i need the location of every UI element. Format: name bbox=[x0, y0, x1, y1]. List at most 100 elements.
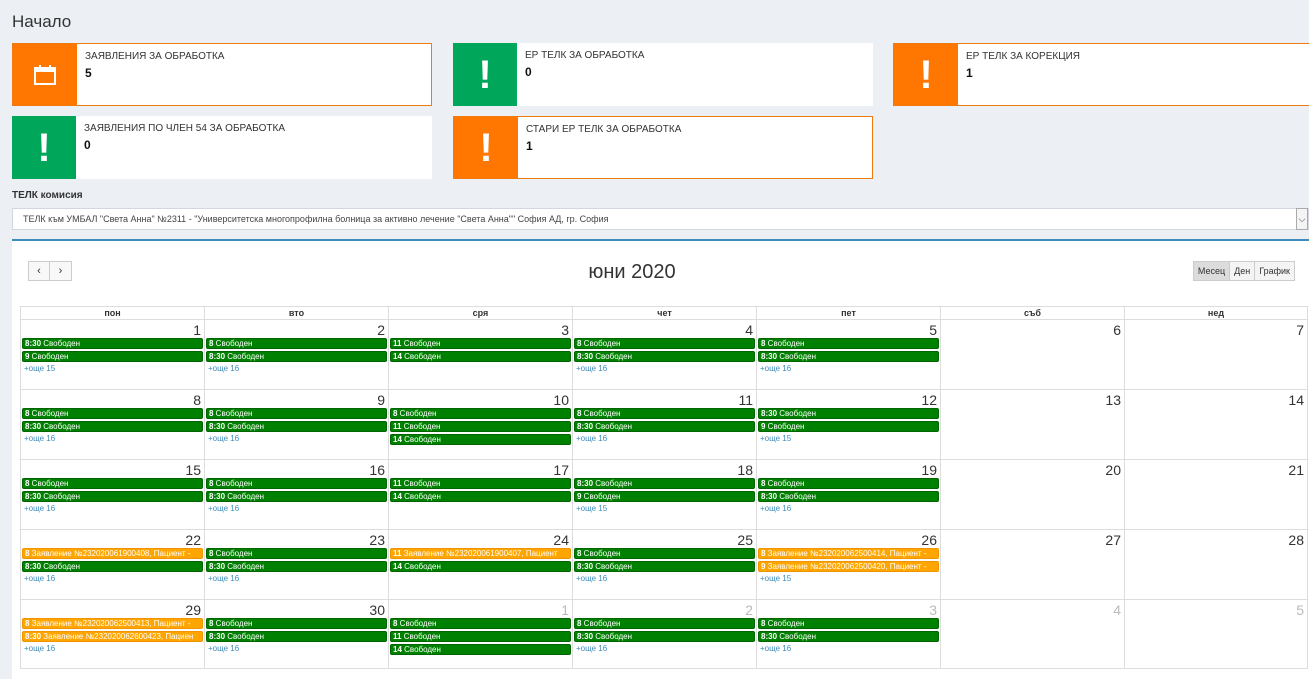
more-events-link[interactable]: +още 15 bbox=[757, 434, 940, 444]
calendar-day[interactable]: 58 Свободен 8:30 Свободен +още 16 bbox=[757, 320, 941, 389]
more-events-link[interactable]: +още 16 bbox=[205, 364, 388, 374]
calendar-day[interactable]: 28 Свободен 8:30 Свободен +още 16 bbox=[205, 320, 389, 389]
day-number[interactable]: 7 bbox=[1296, 322, 1304, 338]
calendar-event[interactable]: 8:30 Свободен bbox=[574, 421, 755, 432]
calendar-event[interactable]: 8 Свободен bbox=[206, 408, 387, 419]
calendar-event[interactable]: 8:30 Свободен bbox=[22, 491, 203, 502]
calendar-event[interactable]: 8:30 Свободен bbox=[574, 561, 755, 572]
calendar-event[interactable]: 8 Свободен bbox=[206, 618, 387, 629]
calendar-day[interactable]: 14 bbox=[1125, 390, 1307, 459]
day-number[interactable]: 23 bbox=[369, 532, 385, 548]
more-events-link[interactable]: +още 16 bbox=[205, 644, 388, 654]
day-number[interactable]: 22 bbox=[185, 532, 201, 548]
tile-article-54[interactable]: ! ЗАЯВЛЕНИЯ ПО ЧЛЕН 54 ЗА ОБРАБОТКА 0 bbox=[12, 116, 432, 179]
more-events-link[interactable]: +още 16 bbox=[21, 574, 204, 584]
calendar-day[interactable]: 18 8:30 Свободен 9 Свободен +още 15 bbox=[573, 460, 757, 529]
calendar-event[interactable]: 8 Свободен bbox=[206, 478, 387, 489]
calendar-event[interactable]: 8 Свободен bbox=[22, 478, 203, 489]
calendar-event[interactable]: 8 Заявление №232020061900408, Пациент - bbox=[22, 548, 203, 559]
view-schedule-button[interactable]: График bbox=[1255, 261, 1295, 281]
calendar-event[interactable]: 14 Свободен bbox=[390, 351, 571, 362]
calendar-event[interactable]: 9 Свободен bbox=[758, 421, 939, 432]
calendar-day[interactable]: 17 11 Свободен 14 Свободен bbox=[389, 460, 573, 529]
day-number[interactable]: 29 bbox=[185, 602, 201, 618]
more-events-link[interactable]: +още 16 bbox=[573, 574, 756, 584]
calendar-event[interactable]: 8 Свободен bbox=[574, 548, 755, 559]
calendar-day[interactable]: 6 bbox=[941, 320, 1125, 389]
calendar-event[interactable]: 8:30 Свободен bbox=[206, 491, 387, 502]
calendar-event[interactable]: 8 Свободен bbox=[206, 338, 387, 349]
calendar-event[interactable]: 14 Свободен bbox=[390, 561, 571, 572]
calendar-day[interactable]: 7 bbox=[1125, 320, 1307, 389]
day-number[interactable]: 30 bbox=[369, 602, 385, 618]
calendar-event[interactable]: 8 Свободен bbox=[758, 478, 939, 489]
calendar-event[interactable]: 8 Свободен bbox=[574, 618, 755, 629]
calendar-event[interactable]: 8 Свободен bbox=[758, 338, 939, 349]
day-number[interactable]: 19 bbox=[921, 462, 937, 478]
calendar-event[interactable]: 14 Свободен bbox=[390, 434, 571, 445]
day-number[interactable]: 6 bbox=[1113, 322, 1121, 338]
calendar-day[interactable]: 3 11 Свободен 14 Свободен bbox=[389, 320, 573, 389]
calendar-event[interactable]: 8:30 Свободен bbox=[206, 631, 387, 642]
calendar-event[interactable]: 8 Свободен bbox=[390, 618, 571, 629]
calendar-day[interactable]: 18 Свободен 11 Свободен 14 Свободен bbox=[389, 600, 573, 668]
calendar-event[interactable]: 8:30 Свободен bbox=[758, 491, 939, 502]
day-number[interactable]: 14 bbox=[1288, 392, 1304, 408]
tile-er-telk-processing[interactable]: ! ЕР ТЕЛК ЗА ОБРАБОТКА 0 bbox=[453, 43, 873, 106]
more-events-link[interactable]: +още 16 bbox=[205, 574, 388, 584]
calendar-event[interactable]: 8:30 Свободен bbox=[574, 351, 755, 362]
calendar-day[interactable]: 15 8 Свободен 8:30 Свободен +още 16 bbox=[21, 460, 205, 529]
day-number[interactable]: 4 bbox=[1113, 602, 1121, 618]
day-number[interactable]: 13 bbox=[1105, 392, 1121, 408]
more-events-link[interactable]: +още 16 bbox=[573, 364, 756, 374]
day-number[interactable]: 8 bbox=[193, 392, 201, 408]
calendar-event[interactable]: 9 Свободен bbox=[574, 491, 755, 502]
calendar-day[interactable]: 48 Свободен 8:30 Свободен +още 16 bbox=[573, 320, 757, 389]
day-number[interactable]: 17 bbox=[553, 462, 569, 478]
calendar-day[interactable]: 12 8:30 Свободен 9 Свободен +още 15 bbox=[757, 390, 941, 459]
tile-old-er-telk[interactable]: ! СТАРИ ЕР ТЕЛК ЗА ОБРАБОТКА 1 bbox=[453, 116, 873, 179]
calendar-event[interactable]: 8:30 Свободен bbox=[758, 408, 939, 419]
calendar-day[interactable]: 30 8 Свободен 8:30 Свободен +още 16 bbox=[205, 600, 389, 668]
day-number[interactable]: 5 bbox=[929, 322, 937, 338]
more-events-link[interactable]: +още 15 bbox=[21, 364, 204, 374]
calendar-event[interactable]: 8:30 Свободен bbox=[206, 421, 387, 432]
calendar-day[interactable]: 23 8 Свободен 8:30 Свободен +още 16 bbox=[205, 530, 389, 599]
more-events-link[interactable]: +още 16 bbox=[21, 434, 204, 444]
more-events-link[interactable]: +още 16 bbox=[757, 504, 940, 514]
more-events-link[interactable]: +още 15 bbox=[573, 504, 756, 514]
day-number[interactable]: 16 bbox=[369, 462, 385, 478]
calendar-day[interactable]: 13 bbox=[941, 390, 1125, 459]
more-events-link[interactable]: +още 16 bbox=[573, 434, 756, 444]
day-number[interactable]: 25 bbox=[737, 532, 753, 548]
calendar-day[interactable]: 5 bbox=[1125, 600, 1307, 668]
calendar-day[interactable]: 19 8 Свободен 8:30 Свободен +още 16 bbox=[757, 460, 941, 529]
day-number[interactable]: 2 bbox=[377, 322, 385, 338]
day-number[interactable]: 5 bbox=[1296, 602, 1304, 618]
calendar-event[interactable]: 8 Свободен bbox=[574, 408, 755, 419]
calendar-event[interactable]: 8:30 Свободен bbox=[22, 421, 203, 432]
commission-select[interactable]: ТЕЛК към УМБАЛ "Света Анна" №2311 - "Уни… bbox=[12, 208, 1309, 230]
calendar-day[interactable]: 16 8 Свободен 8:30 Свободен +още 16 bbox=[205, 460, 389, 529]
calendar-day[interactable]: 88 Свободен 8:30 Свободен +още 16 bbox=[21, 390, 205, 459]
calendar-day[interactable]: 4 bbox=[941, 600, 1125, 668]
calendar-day[interactable]: 27 bbox=[941, 530, 1125, 599]
calendar-event[interactable]: 8 Свободен bbox=[574, 338, 755, 349]
calendar-day[interactable]: 28 Свободен 8:30 Свободен +още 16 bbox=[573, 600, 757, 668]
calendar-event[interactable]: 14 Свободен bbox=[390, 644, 571, 655]
day-number[interactable]: 1 bbox=[561, 602, 569, 618]
day-number[interactable]: 10 bbox=[553, 392, 569, 408]
calendar-event[interactable]: 11 Свободен bbox=[390, 631, 571, 642]
day-number[interactable]: 20 bbox=[1105, 462, 1121, 478]
calendar-day[interactable]: 1 8:30 Свободен 9 Свободен +още 15 bbox=[21, 320, 205, 389]
day-number[interactable]: 27 bbox=[1105, 532, 1121, 548]
more-events-link[interactable]: +още 16 bbox=[205, 434, 388, 444]
calendar-event[interactable]: 11 Заявление №232020061900407, Пациент bbox=[390, 548, 571, 559]
calendar-event[interactable]: 8:30 Свободен bbox=[758, 351, 939, 362]
view-day-button[interactable]: Ден bbox=[1230, 261, 1256, 281]
more-events-link[interactable]: +още 16 bbox=[757, 364, 940, 374]
calendar-day[interactable]: 28 bbox=[1125, 530, 1307, 599]
view-month-button[interactable]: Месец bbox=[1192, 261, 1231, 281]
day-number[interactable]: 9 bbox=[377, 392, 385, 408]
more-events-link[interactable]: +още 16 bbox=[573, 644, 756, 654]
